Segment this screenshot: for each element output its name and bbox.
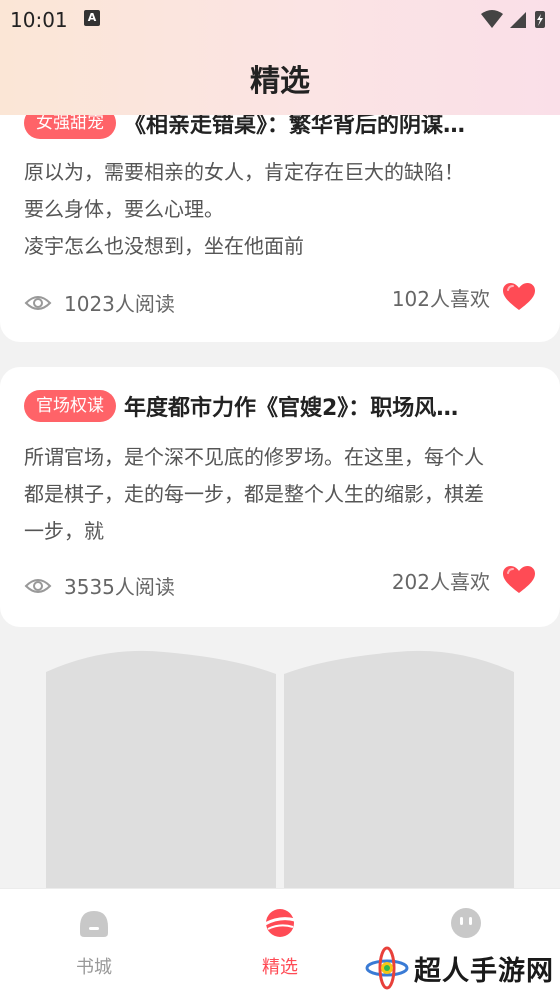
eye-icon [24,578,52,593]
like-count-text: 102人喜欢 [391,286,490,311]
article-excerpt: 所谓官场，是个深不见底的修罗场。在这里，每个人 都是棋子，走的每一步，都是整个人… [24,439,530,550]
read-count: 1023人阅读 [24,288,175,317]
page-title: 精选 [250,64,310,99]
article-title[interactable]: 年度都市力作《官嫂2》：职场风… [124,390,458,422]
heart-icon[interactable] [502,282,536,312]
featured-icon [264,909,296,937]
signal-icon [510,12,526,28]
excerpt-line: 一步，就 [24,519,104,543]
wifi-icon [481,10,503,28]
book-placeholder-icon [46,650,514,890]
header: 10:01 A 精选 [0,0,560,115]
like-count[interactable]: 102人喜欢 [392,282,536,312]
like-count-text: 202人喜欢 [391,569,490,594]
excerpt-line: 所谓官场，是个深不见底的修罗场。在这里，每个人 [24,445,484,469]
article-excerpt: 原以为，需要相亲的女人，肯定存在巨大的缺陷！ 要么身体，要么心理。 凌宇怎么也没… [24,154,530,265]
excerpt-line: 原以为，需要相亲的女人，肯定存在巨大的缺陷！ [24,160,464,184]
watermark-logo-icon [365,946,409,990]
nav-item-bookstore[interactable]: 书城 [34,907,154,979]
status-icons [480,8,548,34]
excerpt-line: 要么身体，要么心理。 [24,197,224,221]
read-count-text: 1023人阅读 [64,292,175,316]
watermark-text: 超人手游网 [414,955,554,987]
article-card[interactable]: 官场权谋 年度都市力作《官嫂2》：职场风… 所谓官场，是个深不见底的修罗场。在这… [0,367,560,627]
article-stats: 3535人阅读 202人喜欢 [24,565,536,605]
status-time: 10:01 [10,8,68,32]
article-head: 官场权谋 年度都市力作《官嫂2》：职场风… [24,389,536,423]
excerpt-line: 凌宇怎么也没想到，坐在他面前 [24,234,304,258]
read-count: 3535人阅读 [24,571,175,600]
excerpt-line: 都是棋子，走的每一步，都是整个人生的缩影，棋差 [24,482,484,506]
heart-icon[interactable] [502,565,536,595]
nav-label: 书城 [76,957,112,978]
category-tag: 官场权谋 [24,390,116,422]
like-count[interactable]: 202人喜欢 [392,565,536,595]
watermark: 超人手游网 [364,943,560,993]
app-notification-icon: A [84,10,100,26]
read-count-text: 3535人阅读 [64,575,175,599]
article-stats: 1023人阅读 102人喜欢 [24,282,536,322]
nav-item-featured[interactable]: 精选 [220,907,340,979]
eye-icon [24,295,52,310]
profile-icon [451,908,481,938]
nav-label: 精选 [262,957,298,978]
status-bar: 10:01 A [0,0,560,38]
bookstore-icon [80,911,108,937]
